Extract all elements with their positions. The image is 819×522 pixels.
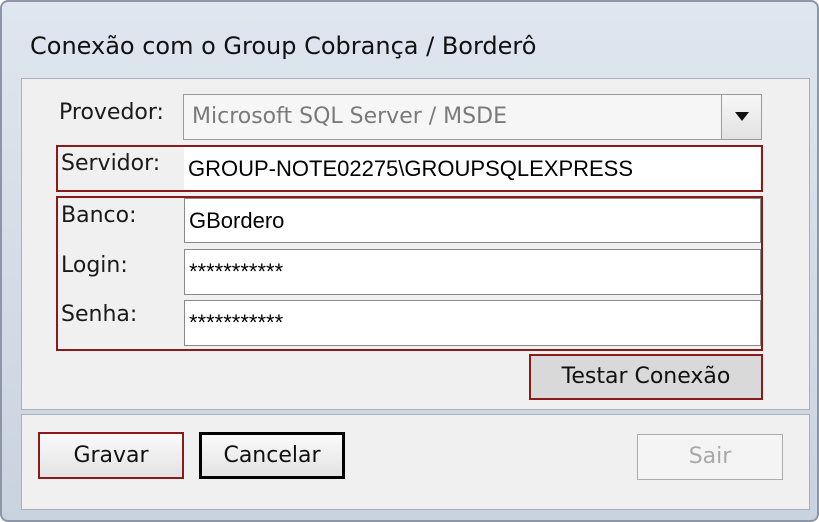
banco-input[interactable] (184, 198, 761, 243)
save-button[interactable]: Gravar (38, 432, 184, 479)
login-label: Login: (61, 253, 128, 278)
test-connection-button[interactable]: Testar Conexão (529, 354, 763, 400)
chevron-down-icon (735, 112, 749, 121)
login-input[interactable] (184, 249, 761, 295)
senha-label: Senha: (61, 302, 138, 327)
provedor-dropdown-button[interactable] (721, 95, 761, 139)
provedor-selected-value: Microsoft SQL Server / MSDE (192, 104, 507, 129)
servidor-input[interactable] (184, 147, 760, 190)
servidor-label: Servidor: (61, 151, 161, 176)
cancel-button[interactable]: Cancelar (199, 432, 345, 479)
window-title: Conexão com o Group Cobrança / Borderô (30, 32, 537, 60)
provedor-label: Provedor: (59, 100, 164, 125)
connection-dialog: Conexão com o Group Cobrança / Borderô P… (0, 0, 819, 522)
exit-button[interactable]: Sair (637, 434, 783, 480)
banco-label: Banco: (61, 203, 137, 228)
senha-input[interactable] (184, 300, 761, 346)
provedor-select[interactable]: Microsoft SQL Server / MSDE (183, 94, 762, 140)
